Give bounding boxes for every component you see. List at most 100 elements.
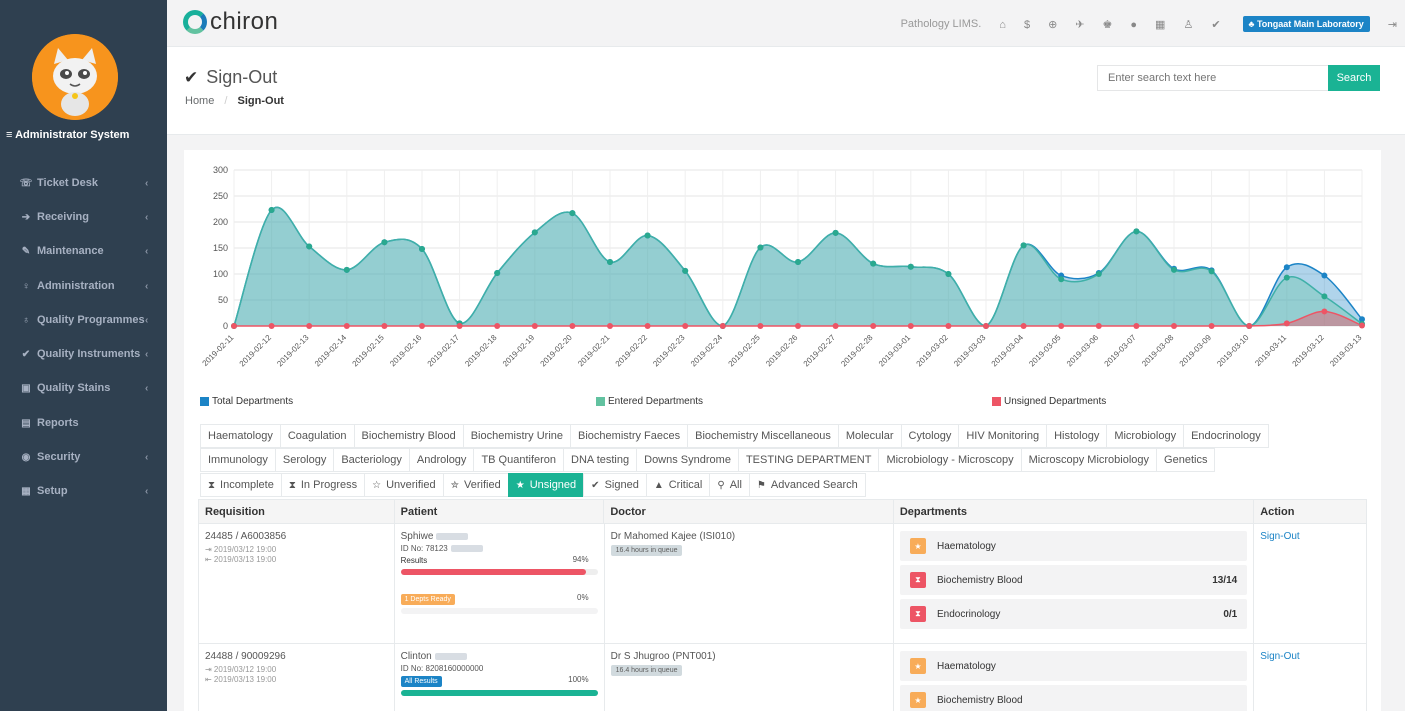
tab-all[interactable]: ⚲ All bbox=[709, 473, 750, 497]
dept-tab-histology[interactable]: Histology bbox=[1046, 424, 1108, 448]
requisition-number[interactable]: 24485 / A6003856 bbox=[205, 531, 388, 542]
sidebar-item-reports-icon: ▤ bbox=[21, 417, 31, 429]
tab-unverified-icon: ☆ bbox=[372, 479, 382, 491]
sidebar-item-security[interactable]: ◉ Security ‹ bbox=[0, 440, 167, 474]
tab-unverified-label: Unverified bbox=[386, 479, 436, 491]
legend-item[interactable]: Unsigned Departments bbox=[992, 396, 1106, 407]
dept-tab-biochemistry-miscellaneous[interactable]: Biochemistry Miscellaneous bbox=[687, 424, 839, 448]
dept-tab-molecular[interactable]: Molecular bbox=[837, 424, 902, 448]
dept-tab-biochemistry-blood[interactable]: Biochemistry Blood bbox=[353, 424, 464, 448]
legend-item[interactable]: Entered Departments bbox=[596, 396, 703, 407]
data-point bbox=[381, 239, 388, 246]
dept-tab-downs-syndrome[interactable]: Downs Syndrome bbox=[636, 448, 739, 472]
chiron-logo[interactable]: chiron bbox=[183, 8, 278, 36]
data-point bbox=[569, 210, 576, 217]
calendar-icon[interactable]: ▦ bbox=[1155, 19, 1165, 31]
patient-id-text: ID No: 8208160000000 bbox=[400, 664, 484, 673]
y-tick-label: 0 bbox=[223, 321, 228, 331]
dept-tab-endocrinology[interactable]: Endocrinology bbox=[1183, 424, 1269, 448]
sidebar-item-ticket-desk[interactable]: ☏ Ticket Desk ‹ bbox=[0, 166, 167, 200]
dept-tab-cytology[interactable]: Cytology bbox=[900, 424, 960, 448]
dept-tab-microbiology-microscopy[interactable]: Microbiology - Microscopy bbox=[878, 448, 1022, 472]
search-input[interactable] bbox=[1097, 65, 1330, 91]
dept-tab-andrology[interactable]: Andrology bbox=[408, 448, 475, 472]
tab-critical[interactable]: ▲ Critical bbox=[645, 473, 711, 497]
department-status[interactable]: ⧗ Endocrinology 0/1 bbox=[899, 599, 1248, 629]
logout-icon[interactable]: ⇥ bbox=[1388, 18, 1397, 31]
hourglass-icon: ⧗ bbox=[909, 572, 926, 588]
tab-unsigned[interactable]: ★ Unsigned bbox=[507, 473, 585, 497]
departments-cell: ★ Haematology ⧗ Biochemistry Blood 13/14 ⧗ End… bbox=[894, 524, 1255, 643]
legend-label: Total Departments bbox=[212, 396, 294, 407]
tab-verified[interactable]: ✮ Verified bbox=[442, 473, 509, 497]
department-status[interactable]: ★ Biochemistry Blood bbox=[899, 685, 1248, 711]
dept-tab-coagulation[interactable]: Coagulation bbox=[279, 424, 355, 448]
department-status[interactable]: ★ Haematology bbox=[899, 531, 1248, 561]
x-tick-label: 2019-03-09 bbox=[1178, 333, 1214, 369]
dept-tab-immunology[interactable]: Immunology bbox=[200, 448, 276, 472]
star-icon: ★ bbox=[909, 538, 926, 554]
results-progress-bar bbox=[400, 690, 598, 696]
users-icon[interactable]: ♚ bbox=[1103, 19, 1113, 31]
dept-tab-genetics[interactable]: Genetics bbox=[1156, 448, 1216, 472]
department-name: Biochemistry Blood bbox=[936, 574, 1023, 586]
tab-signed[interactable]: ✔ Signed bbox=[583, 473, 647, 497]
patient-name-text: Clinton bbox=[400, 651, 432, 662]
dept-tab-testing-department[interactable]: TESTING DEPARTMENT bbox=[737, 448, 880, 472]
dept-tab-dna-testing[interactable]: DNA testing bbox=[563, 448, 638, 472]
breadcrumb-home[interactable]: Home bbox=[185, 95, 214, 107]
profile-avatar[interactable] bbox=[32, 34, 118, 120]
dept-tab-tb-quantiferon[interactable]: TB Quantiferon bbox=[473, 448, 565, 472]
tab-incomplete[interactable]: ⧗ Incomplete bbox=[200, 473, 282, 497]
dept-tab-haematology[interactable]: Haematology bbox=[200, 424, 281, 448]
redacted-id bbox=[450, 545, 483, 553]
data-point bbox=[268, 323, 275, 329]
info-icon[interactable]: ● bbox=[1130, 19, 1137, 31]
tab-advanced-search[interactable]: ⚑ Advanced Search bbox=[748, 473, 866, 497]
flask-icon[interactable]: ♙ bbox=[1183, 19, 1193, 31]
department-status[interactable]: ★ Haematology bbox=[899, 651, 1248, 681]
dept-tab-microbiology[interactable]: Microbiology bbox=[1106, 424, 1185, 448]
sidebar-item-quality-programmes-icon: ♁ bbox=[22, 314, 30, 326]
sidebar-item-reports[interactable]: ▤ Reports bbox=[0, 406, 167, 440]
dept-tab-bacteriology[interactable]: Bacteriology bbox=[333, 448, 410, 472]
sign-out-link[interactable]: Sign-Out bbox=[1260, 651, 1299, 662]
dept-tab-microscopy-microbiology[interactable]: Microscopy Microbiology bbox=[1020, 448, 1158, 472]
x-tick-label: 2019-03-05 bbox=[1027, 333, 1063, 369]
sidebar-item-administration[interactable]: ♀ Administration ‹ bbox=[0, 269, 167, 303]
x-tick-label: 2019-03-10 bbox=[1215, 333, 1251, 369]
home-icon[interactable]: ⌂ bbox=[999, 19, 1006, 31]
sidebar-item-administration-icon: ♀ bbox=[22, 280, 30, 292]
sign-out-link[interactable]: Sign-Out bbox=[1260, 531, 1299, 542]
dept-tab-hiv-monitoring[interactable]: HIV Monitoring bbox=[958, 424, 1048, 448]
pin-icon[interactable]: ✈ bbox=[1075, 19, 1084, 31]
dept-tab-serology[interactable]: Serology bbox=[274, 448, 335, 472]
logo-text: chiron bbox=[210, 8, 279, 35]
search-button[interactable]: Search bbox=[1328, 65, 1380, 91]
sidebar-item-receiving[interactable]: ➔ Receiving ‹ bbox=[0, 200, 167, 234]
dept-tab-biochemistry-urine[interactable]: Biochemistry Urine bbox=[462, 424, 572, 448]
data-point bbox=[907, 323, 914, 329]
sidebar-item-quality-instruments[interactable]: ✔ Quality Instruments ‹ bbox=[0, 337, 167, 371]
x-tick-label: 2019-02-16 bbox=[388, 333, 424, 369]
department-status[interactable]: ⧗ Biochemistry Blood 13/14 bbox=[899, 565, 1248, 595]
x-tick-label: 2019-02-20 bbox=[539, 333, 575, 369]
legend-item[interactable]: Total Departments bbox=[200, 396, 293, 407]
sidebar-item-quality-stains[interactable]: ▣ Quality Stains ‹ bbox=[0, 371, 167, 405]
globe-icon[interactable]: ⊕ bbox=[1048, 19, 1057, 31]
data-point bbox=[1095, 323, 1102, 329]
admin-system-title[interactable]: ≡ Administrator System bbox=[6, 129, 129, 141]
data-point bbox=[531, 229, 538, 236]
check-icon[interactable]: ✔ bbox=[1211, 19, 1220, 31]
tab-in-progress[interactable]: ⧗ In Progress bbox=[280, 473, 366, 497]
sidebar-item-maintenance[interactable]: ✎ Maintenance ‹ bbox=[0, 234, 167, 268]
sidebar-item-setup[interactable]: ▦ Setup ‹ bbox=[0, 474, 167, 508]
chevron-left-icon: ‹ bbox=[145, 382, 149, 394]
dollar-icon[interactable]: $ bbox=[1024, 19, 1030, 31]
lab-selector-badge[interactable]: ♣ Tongaat Main Laboratory bbox=[1242, 16, 1370, 32]
requisition-number[interactable]: 24488 / 90009296 bbox=[205, 651, 388, 662]
tab-unverified[interactable]: ☆ Unverified bbox=[364, 473, 444, 497]
sidebar-item-quality-programmes[interactable]: ♁ Quality Programmes ‹ bbox=[0, 303, 167, 337]
dept-tab-biochemistry-faeces[interactable]: Biochemistry Faeces bbox=[570, 424, 689, 448]
tab-verified-label: Verified bbox=[464, 479, 501, 491]
